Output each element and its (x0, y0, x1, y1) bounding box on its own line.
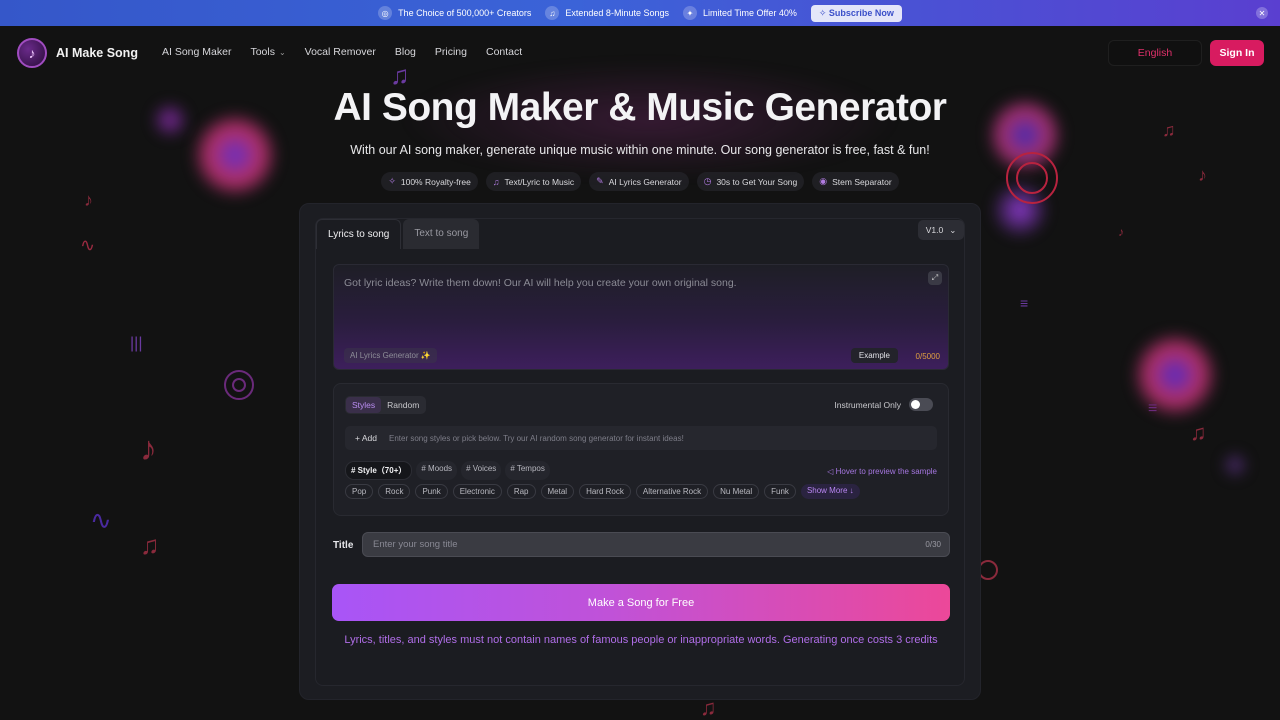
feature-label: AI Lyrics Generator (608, 176, 682, 187)
offer-icon: ✦ (682, 6, 697, 20)
title-placeholder: Enter your song title (373, 539, 458, 550)
style-input-placeholder: Enter song styles or pick below. Try our… (388, 433, 684, 443)
separator-icon: ◉ (819, 176, 828, 186)
nav-link-tools-label: Tools (250, 46, 275, 58)
example-button[interactable]: Example (850, 348, 898, 363)
style-chip[interactable]: Pop (345, 484, 374, 499)
style-chip[interactable]: Punk (415, 484, 448, 499)
brand-name: AI Make Song (56, 46, 138, 60)
feature-label: Text/Lyric to Music (504, 176, 575, 187)
generator-panel: Lyrics to song Text to song V1.0 ⌄ Got l… (315, 218, 965, 686)
lyrics-textarea[interactable]: Got lyric ideas? Write them down! Our AI… (333, 264, 949, 370)
style-chip[interactable]: Nu Metal (713, 484, 760, 499)
styles-panel: Styles Random Instrumental Only + Add En… (333, 383, 949, 516)
music-note-icon: ♫ (492, 176, 500, 187)
make-song-button[interactable]: Make a Song for Free (332, 584, 950, 621)
style-chip[interactable]: Electronic (452, 484, 502, 499)
nav-link-blog[interactable]: Blog (395, 46, 416, 58)
feature-label: 100% Royalty-free (400, 176, 471, 187)
version-selector[interactable]: V1.0 ⌄ (918, 220, 964, 240)
feature-badge: ◉ Stem Separator (812, 172, 899, 191)
pen-icon: ✎ (596, 176, 604, 186)
feature-badge: ✎ AI Lyrics Generator (589, 172, 689, 191)
hover-preview-tip: ◁ Hover to preview the sample (827, 467, 937, 476)
feature-badge: ✧ 100% Royalty-free (381, 172, 478, 191)
tab-lyrics-to-song[interactable]: Lyrics to song (316, 219, 402, 249)
promo-item: ✦ Limited Time Offer 40% (682, 6, 797, 20)
badge-icon: ◎ (378, 6, 393, 20)
style-chip[interactable]: Rap (506, 484, 536, 499)
nav-link-contact[interactable]: Contact (486, 46, 522, 58)
style-categories: # Style（70+） # Moods # Voices # Tempos (345, 461, 550, 480)
version-label: V1.0 (925, 225, 944, 235)
style-chip[interactable]: Rock (378, 484, 411, 499)
timer-icon: ◷ (703, 176, 712, 186)
category-style[interactable]: # Style（70+） (345, 461, 413, 480)
feature-label: 30s to Get Your Song (716, 176, 798, 187)
tab-text-to-song[interactable]: Text to song (403, 219, 480, 249)
nav-link-pricing[interactable]: Pricing (435, 46, 467, 58)
page-subtitle: With our AI song maker, generate unique … (350, 143, 930, 157)
page-title: AI Song Maker & Music Generator (333, 86, 947, 129)
feature-badge: ♫ Text/Lyric to Music (485, 172, 582, 191)
promo-text: The Choice of 500,000+ Creators (398, 8, 532, 18)
subscribe-label: Subscribe Now (828, 7, 894, 18)
close-icon[interactable]: ✕ (1256, 7, 1268, 19)
mode-tabs: Lyrics to song Text to song (316, 219, 480, 249)
feature-list: ✧ 100% Royalty-free ♫ Text/Lyric to Music … (0, 172, 1280, 191)
song-generator-card: Lyrics to song Text to song V1.0 ⌄ Got l… (299, 203, 981, 700)
instrumental-label: Instrumental Only (834, 399, 901, 410)
music-note-icon: ♫ (545, 6, 560, 20)
nav-link-tools[interactable]: Tools ⌄ (250, 46, 285, 58)
subscribe-button[interactable]: ✧ Subscribe Now (810, 4, 902, 22)
style-chip[interactable]: Hard Rock (579, 484, 631, 499)
category-tempos[interactable]: # Tempos (505, 461, 550, 480)
show-more-button[interactable]: Show More ↓ (800, 484, 860, 499)
feature-badge: ◷ 30s to Get Your Song (696, 172, 805, 191)
style-chip[interactable]: Alternative Rock (635, 484, 709, 499)
style-mode-toggle: Styles Random (345, 396, 427, 414)
ai-lyrics-generator-button[interactable]: AI Lyrics Generator ✨ (344, 348, 437, 363)
nav-link-ai-song-maker[interactable]: AI Song Maker (162, 46, 231, 58)
category-voices[interactable]: # Voices (461, 461, 502, 480)
style-chips: Pop Rock Punk Electronic Rap Metal Hard … (345, 484, 860, 499)
style-chip[interactable]: Metal (540, 484, 575, 499)
chevron-down-icon: ⌄ (278, 47, 286, 57)
instrumental-toggle-row: Instrumental Only (834, 398, 933, 411)
chevron-down-icon: ⌄ (949, 224, 957, 235)
language-selector[interactable]: English (1108, 40, 1202, 66)
style-input-row[interactable]: + Add Enter song styles or pick below. T… (345, 426, 937, 450)
title-counter: 0/30 (925, 540, 941, 549)
sign-in-button[interactable]: Sign In (1210, 40, 1264, 66)
nav-links: AI Song Maker Tools ⌄ Vocal Remover Blog … (162, 46, 522, 58)
promo-item: ♫ Extended 8-Minute Songs (545, 6, 669, 20)
song-title-input[interactable]: Enter your song title 0/30 (362, 532, 950, 557)
add-style-button[interactable]: + Add (355, 433, 377, 443)
speaker-icon: ◁ (827, 467, 836, 476)
content-notice: Lyrics, titles, and styles must not cont… (344, 634, 938, 646)
hover-tip-text: Hover to preview the sample (835, 467, 937, 476)
lyrics-placeholder: Got lyric ideas? Write them down! Our AI… (344, 277, 737, 289)
style-chip[interactable]: Funk (764, 484, 796, 499)
category-moods[interactable]: # Moods (416, 461, 458, 480)
sparkle-icon: ✧ (388, 176, 396, 186)
expand-icon[interactable]: ⤢ (928, 271, 942, 285)
promo-item: ◎ The Choice of 500,000+ Creators (378, 6, 531, 20)
brand-logo[interactable]: ♪ AI Make Song (17, 38, 138, 68)
instrumental-switch[interactable] (909, 398, 933, 411)
nav-link-vocal-remover[interactable]: Vocal Remover (305, 46, 376, 58)
styles-mode-button[interactable]: Styles (346, 397, 382, 413)
promo-bar: ◎ The Choice of 500,000+ Creators ♫ Exte… (0, 0, 1280, 26)
top-nav: ♪ AI Make Song AI Song Maker Tools ⌄ Voca… (0, 26, 1280, 80)
music-logo-icon: ♪ (17, 38, 47, 68)
title-label: Title (333, 540, 354, 551)
feature-label: Stem Separator (832, 176, 892, 187)
promo-text: Limited Time Offer 40% (702, 8, 797, 18)
promo-text: Extended 8-Minute Songs (565, 8, 669, 18)
lyrics-counter: 0/5000 (915, 352, 940, 361)
random-mode-button[interactable]: Random (381, 397, 425, 413)
